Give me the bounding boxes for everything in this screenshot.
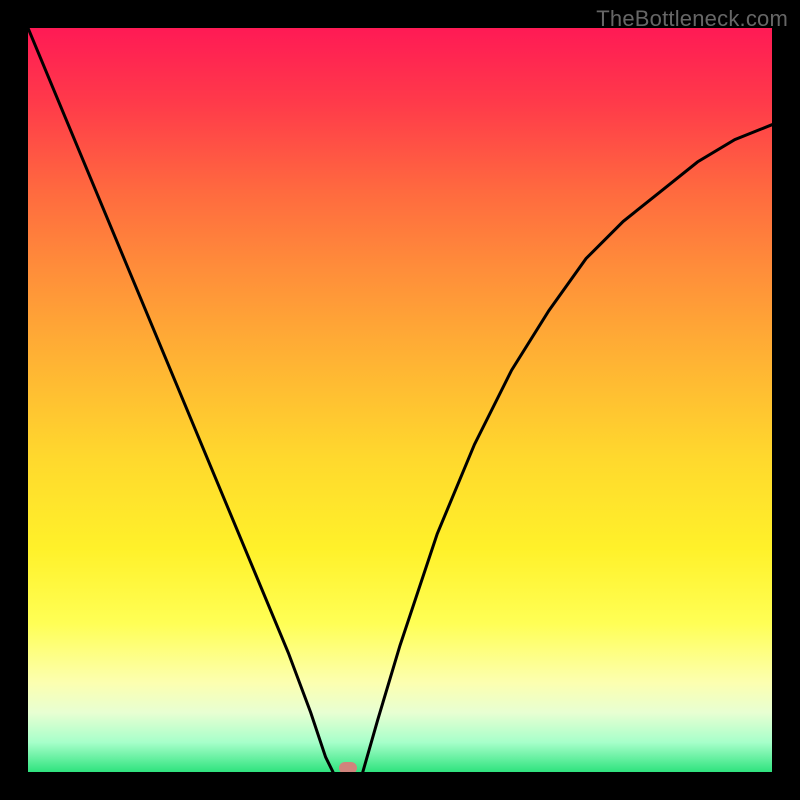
curve-right (363, 125, 772, 772)
minimum-marker (339, 762, 357, 772)
plot-area (28, 28, 772, 772)
chart-frame: TheBottleneck.com (0, 0, 800, 800)
curve-svg (28, 28, 772, 772)
watermark-text: TheBottleneck.com (596, 6, 788, 32)
curve-left (28, 28, 333, 772)
